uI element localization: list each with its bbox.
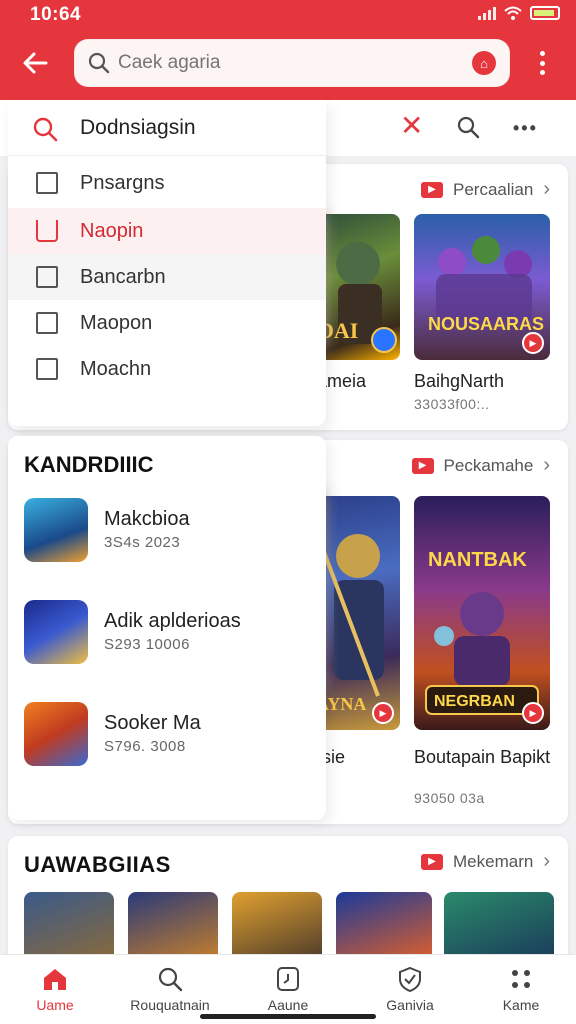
art-title-1: NOUSAARAS: [428, 314, 544, 334]
game-badge-icon: ▶: [372, 702, 394, 724]
suggestion-item[interactable]: Pnsargns: [8, 160, 326, 206]
nav-tab-5[interactable]: Kame: [466, 965, 576, 1013]
section3-badge-icon: ▶: [421, 853, 444, 870]
game-meta: 33033f00:..: [414, 396, 490, 412]
app-icon: [24, 702, 88, 766]
tablet-icon: [36, 358, 58, 380]
nav-label: Ganivia: [386, 997, 434, 1013]
app-icon: [24, 600, 88, 664]
chevron-right-icon: ›: [543, 850, 550, 872]
section2-see-all[interactable]: ▶ Peckamahe ›: [411, 454, 550, 477]
game-meta: 93050 03a: [414, 790, 485, 806]
ranking-item[interactable]: Adik aplderioas S293 10006: [24, 600, 324, 668]
ranking-item[interactable]: Sooker Ma S796. 3008: [24, 702, 324, 770]
game-name[interactable]: Boutapain Bapikt: [414, 746, 554, 768]
game-art-2[interactable]: NOUSAARAS ▶: [414, 214, 550, 360]
suggestion-label: Moachn: [80, 357, 152, 380]
art-title-3: NEGRBAN: [434, 693, 515, 710]
nav-label: Aaune: [267, 997, 309, 1013]
search-bar[interactable]: ⌂: [74, 39, 510, 87]
app-header: 10:64 ⌂: [0, 0, 576, 100]
tablet-icon: [36, 312, 58, 334]
app-icon: [24, 498, 88, 562]
section2-link-label: Peckamahe: [443, 455, 534, 475]
ranking-name: Sooker Ma: [104, 712, 201, 734]
phone-icon: [36, 266, 58, 288]
ranking-item[interactable]: Makcbioa 3S4s 2023: [24, 498, 324, 566]
status-time: 10:64: [30, 4, 82, 25]
search-icon: [158, 967, 183, 992]
status-icons: [478, 6, 560, 20]
suggestion-item[interactable]: Moachn: [8, 346, 326, 392]
suggestion-label: Naopin: [80, 219, 144, 242]
voice-search-icon[interactable]: ⌂: [472, 51, 496, 75]
home-icon: [44, 969, 66, 990]
suggestion-label: Pnsargns: [80, 171, 165, 194]
ranking-date: 3S4s 2023: [104, 534, 181, 551]
nav-label: Rouquatnain: [130, 997, 210, 1013]
suggestion-label: Maopon: [80, 311, 153, 334]
suggestion-label: Bancarbn: [80, 265, 166, 288]
game-art-4[interactable]: NANTBAK NEGRBAN ▶: [414, 496, 550, 730]
ranking-date: S293 10006: [104, 636, 190, 653]
game-thumb[interactable]: [128, 892, 218, 962]
suggestion-item-active[interactable]: Naopin: [8, 208, 326, 254]
grid-icon: [512, 970, 530, 988]
nav-tab-3[interactable]: Aaune: [233, 965, 343, 1013]
game-thumb[interactable]: [24, 892, 114, 962]
game-badge-icon: ▶: [522, 332, 544, 354]
shield-icon: [399, 966, 421, 993]
section3-title: UAWABGIIAS: [24, 852, 171, 877]
section2-badge-icon: ▶: [411, 457, 434, 474]
ranking-panel: KANDRDIIIC Makcbioa 3S4s 2023 Adik aplde…: [8, 436, 326, 820]
game-name[interactable]: BaihgNarth: [414, 370, 504, 392]
ranking-name: Adik aplderioas: [104, 610, 241, 632]
nav-search[interactable]: Rouquatnain: [115, 965, 225, 1013]
section3-see-all[interactable]: ▶ Mekemarn ›: [421, 850, 550, 873]
game-badge-icon: ▶: [522, 702, 544, 724]
clear-icon[interactable]: ✕: [400, 112, 423, 140]
suggestion-query: Dodnsiagsin: [80, 116, 196, 139]
sorceress-art-icon: NANTBAK NEGRBAN: [425, 549, 539, 715]
search-icon: [33, 117, 58, 142]
chevron-right-icon: ›: [543, 178, 550, 200]
wifi-icon: [504, 6, 522, 20]
game-thumb[interactable]: [444, 892, 554, 962]
suggestion-query-row[interactable]: Dodnsiagsin: [8, 100, 326, 156]
section3-link-label: Mekemarn: [453, 851, 534, 871]
battery-icon: [530, 6, 560, 20]
download-icon: [36, 220, 58, 242]
home-indicator: [200, 1014, 376, 1019]
chevron-right-icon: ›: [543, 454, 550, 476]
section1-see-all[interactable]: ▶ Percaalian ›: [421, 178, 550, 201]
back-arrow-icon[interactable]: [20, 47, 52, 79]
game-thumb[interactable]: [336, 892, 432, 962]
more-options-icon[interactable]: [534, 48, 550, 78]
nav-label: Uame: [36, 997, 74, 1013]
document-icon: [36, 172, 58, 194]
clock-icon: [277, 967, 299, 991]
suggestion-item[interactable]: Maopon: [8, 300, 326, 346]
section1-link-label: Percaalian: [453, 179, 534, 199]
toolbar-more-icon[interactable]: •••: [513, 118, 538, 139]
signal-icon: [478, 6, 496, 20]
search-suggestions-dropdown: Dodnsiagsin Pnsargns Naopin Bancarbn Mao…: [8, 100, 326, 426]
ranking-date: S796. 3008: [104, 738, 186, 755]
toolbar-search-icon[interactable]: [456, 115, 480, 139]
game-thumb[interactable]: [232, 892, 322, 962]
nav-home[interactable]: Uame: [0, 965, 110, 1013]
search-icon: [88, 52, 110, 74]
search-input[interactable]: [118, 52, 478, 74]
suggestion-item[interactable]: Bancarbn: [8, 254, 326, 300]
nav-label: Kame: [502, 997, 540, 1013]
nav-tab-4[interactable]: Ganivia: [355, 965, 465, 1013]
art-title-2: NANTBAK: [428, 549, 527, 571]
section1-badge-icon: ▶: [421, 181, 443, 198]
featured-card-3: UAWABGIIAS ▶ Mekemarn ›: [8, 836, 568, 966]
ranking-name: Makcbioa: [104, 508, 190, 530]
ranking-title: KANDRDIIIC: [24, 452, 154, 477]
